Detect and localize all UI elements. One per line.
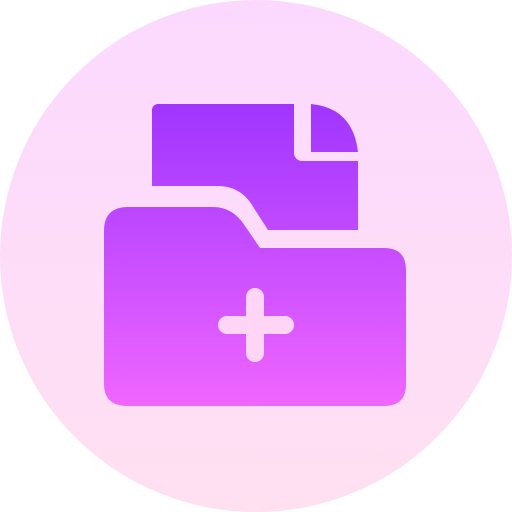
app-icon-container: [0, 0, 512, 512]
plus-horizontal-bar: [218, 316, 294, 334]
add-file-to-folder-icon: [0, 0, 512, 512]
